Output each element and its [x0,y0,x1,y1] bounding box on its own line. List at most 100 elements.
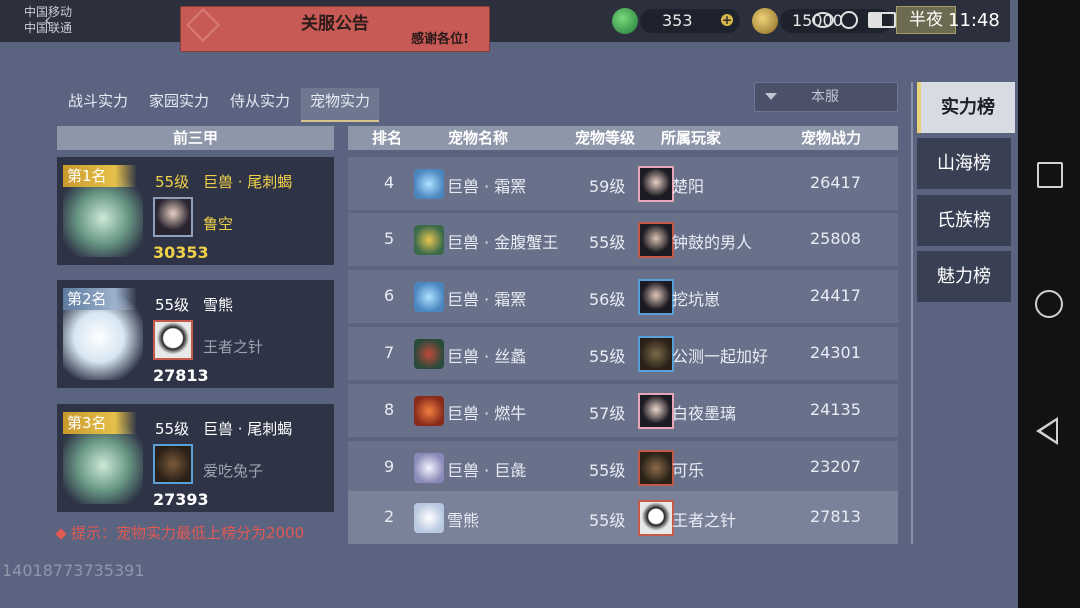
recent-apps-icon[interactable] [1037,162,1063,188]
row-rank: 8 [384,400,395,419]
row-pet-name: 雪熊 [447,511,480,530]
owner-avatar[interactable] [638,450,674,486]
clock-time: 11:48 [948,10,1000,31]
table-row[interactable]: 9 巨兽 · 巨彘 55级 可乐 23207 [348,441,898,494]
back-icon-inner [1041,421,1056,441]
pet-power: 27393 [153,490,209,509]
owner-avatar[interactable] [638,166,674,202]
side-tab-clan-ranking[interactable]: 氏族榜 [917,195,1011,246]
owner-name: 爱吃兔子 [203,462,264,480]
pet-icon [414,396,444,426]
row-pet-name: 巨兽 · 霜罴 [447,290,527,309]
scrollbar[interactable] [911,82,913,544]
top3-card-1[interactable]: 第1名 55级 巨兽 · 尾刺蝎 鲁空 30353 [57,157,334,265]
back-chevron-icon[interactable]: ‹ [44,10,51,31]
eye-icon [812,12,834,28]
owner-avatar[interactable] [638,279,674,315]
row-owner: 白夜墨璃 [672,404,737,423]
server-filter-dropdown[interactable]: 本服 [754,82,898,112]
self-ranking-row[interactable]: 2 雪熊 55级 王者之针 27813 [348,491,898,544]
row-power: 23207 [810,457,861,476]
top3-card-2[interactable]: 第2名 55级 雪熊 王者之针 27813 [57,280,334,388]
add-jade-icon[interactable]: + [721,14,733,26]
row-power: 25808 [810,229,861,248]
row-power: 26417 [810,173,861,192]
col-pet-level: 宠物等级 [575,129,636,147]
col-owner: 所属玩家 [661,129,722,147]
pet-power: 30353 [153,243,209,262]
side-tab-shanhai-ranking[interactable]: 山海榜 [917,138,1011,189]
home-icon[interactable] [1035,290,1063,318]
row-owner: 楚阳 [672,177,705,196]
owner-name: 鲁空 [203,215,234,233]
pet-icon [414,169,444,199]
side-tab-charm-ranking[interactable]: 魅力榜 [917,251,1011,302]
pet-icon [414,503,444,533]
owner-avatar[interactable] [638,222,674,258]
row-power: 24135 [810,400,861,419]
row-pet-level: 56级 [589,290,626,309]
rank-badge: 第3名 [63,412,137,434]
pet-level: 55级 [155,296,190,314]
owner-avatar[interactable] [153,197,193,237]
table-row[interactable]: 8 巨兽 · 燃牛 57级 白夜墨璃 24135 [348,384,898,437]
col-pet-power: 宠物战力 [801,129,862,147]
side-tab-power-ranking[interactable]: 实力榜 [917,82,1015,133]
col-pet-name: 宠物名称 [448,129,509,147]
top3-card-3[interactable]: 第3名 55级 巨兽 · 尾刺蝎 爱吃兔子 27393 [57,404,334,512]
row-pet-level: 55级 [589,233,626,252]
row-rank: 2 [384,507,395,526]
owner-avatar[interactable] [153,320,193,360]
owner-avatar[interactable] [638,393,674,429]
server-filter-value: 本服 [811,89,839,105]
row-rank: 9 [384,457,395,476]
row-power: 24417 [810,286,861,305]
row-owner: 挖坑崽 [672,290,721,309]
row-pet-name: 巨兽 · 金腹蟹王 [447,233,559,252]
rank-badge: 第1名 [63,165,137,187]
warning-icon [55,527,67,540]
row-pet-level: 55级 [589,347,626,366]
row-owner: 钟鼓的男人 [672,233,753,252]
top3-header: 前三甲 [57,126,334,150]
row-power: 27813 [810,507,861,526]
owner-avatar[interactable] [638,500,674,536]
row-rank: 4 [384,173,395,192]
player-id: 14018773735391 [2,561,145,580]
pet-icon [414,282,444,312]
table-row[interactable]: 5 巨兽 · 金腹蟹王 55级 钟鼓的男人 25808 [348,213,898,266]
jade-icon [612,8,638,34]
row-owner: 王者之针 [672,511,737,530]
pet-name: 巨兽 · 尾刺蝎 [203,420,293,438]
pet-power: 27813 [153,366,209,385]
table-row[interactable]: 6 巨兽 · 霜罴 56级 挖坑崽 24417 [348,270,898,323]
pet-icon [414,339,444,369]
row-rank: 6 [384,286,395,305]
min-score-hint: 提示：宠物实力最低上榜分为2000 [55,522,305,543]
announcement-banner[interactable]: 关服公告 感谢各位! [180,6,490,52]
col-rank: 排名 [372,129,403,147]
pet-level: 55级 [155,173,190,191]
gold-icon [752,8,778,34]
hint-text: 提示：宠物实力最低上榜分为2000 [71,524,305,542]
row-pet-name: 巨兽 · 燃牛 [447,404,527,423]
tab-combat-power[interactable]: 战斗实力 [60,88,136,120]
row-pet-level: 55级 [589,461,626,480]
table-row[interactable]: 7 巨兽 · 丝蠡 55级 公测一起加好 24301 [348,327,898,380]
rank-badge: 第2名 [63,288,137,310]
pet-icon [414,225,444,255]
tab-servant-power[interactable]: 侍从实力 [222,88,298,120]
row-pet-level: 57级 [589,404,626,423]
owner-avatar[interactable] [153,444,193,484]
row-pet-name: 巨兽 · 霜罴 [447,177,527,196]
tab-pet-power[interactable]: 宠物实力 [301,88,379,122]
half-night-badge: 半夜 [896,6,956,34]
row-pet-name: 巨兽 · 丝蠡 [447,347,527,366]
tab-home-power[interactable]: 家园实力 [141,88,217,120]
table-row[interactable]: 4 巨兽 · 霜罴 59级 楚阳 26417 [348,157,898,210]
pet-name: 巨兽 · 尾刺蝎 [203,173,293,191]
alarm-icon [840,11,858,29]
row-owner: 可乐 [672,461,705,480]
owner-avatar[interactable] [638,336,674,372]
row-rank: 7 [384,343,395,362]
